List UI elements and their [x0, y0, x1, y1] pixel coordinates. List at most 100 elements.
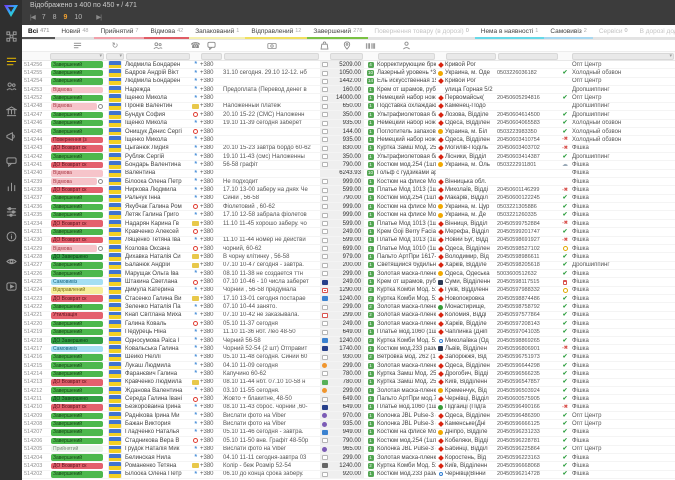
clients-icon[interactable]	[5, 80, 18, 93]
tracking-number[interactable]: 20450598986611	[497, 253, 559, 260]
order-row[interactable]: 514243ДО Возврат скЦыганюк Лидия*+38020.…	[22, 145, 675, 153]
filter-price[interactable]	[330, 53, 363, 60]
tracking-number[interactable]: 20450596490166	[497, 404, 559, 411]
order-row[interactable]: 514202ЗавершенийБілоока Олена Петр*+3800…	[22, 471, 675, 479]
filter-comment[interactable]	[224, 53, 319, 60]
tab-сервіси[interactable]: Сервіси0	[593, 25, 634, 39]
tracking-number[interactable]: 20450596566235	[497, 370, 559, 377]
tracking-number[interactable]: 20450597988332	[497, 287, 559, 294]
tracking-number[interactable]: 20450603414387	[497, 153, 559, 160]
tab-відправлений[interactable]: Відправлений12	[245, 25, 307, 39]
tracking-number[interactable]: 20450596223163	[497, 454, 559, 461]
order-row[interactable]: 514205ПрийнятийГрудок Наталія Мик*+380Ви…	[22, 446, 675, 454]
order-row[interactable]: 514254ЗавершенийЛюдмила Бондарен*+380144…	[22, 78, 675, 86]
order-row[interactable]: 514248ВідмоваПронів Валентин+380Наложенн…	[22, 103, 675, 111]
tracking-number[interactable]	[497, 61, 559, 68]
order-row[interactable]: 514252ЗавершенийІщенко Микола*+38014000.…	[22, 94, 675, 102]
filter-country[interactable]: ▾	[106, 53, 124, 60]
filter-ttn[interactable]	[498, 53, 558, 60]
tab-нема-в-наявності[interactable]: Нема в наявності1	[475, 25, 545, 39]
tracking-number[interactable]: 20450598691927	[497, 237, 559, 244]
order-row[interactable]: 514230ДО Возврат скЛященко Тетяна Іва*+3…	[22, 237, 675, 245]
tracking-number[interactable]: 20450598205618	[497, 262, 559, 269]
order-row[interactable]: 514227ЗавершенийБаланюк Андрій+38007.10 …	[22, 262, 675, 270]
tracking-number[interactable]: 20450596751973	[497, 354, 559, 361]
tracking-number[interactable]: 0503221260335	[497, 211, 559, 218]
comment-icon[interactable]	[200, 40, 223, 51]
order-row[interactable]: 514208ЗавершенийБажан Виктория*+380Висла…	[22, 420, 675, 428]
order-row[interactable]: 514255ЗавершенийБадров Андрій Вікт*+3803…	[22, 69, 675, 77]
order-row[interactable]: 514237ЗавершенийРальчук Інна*+380Синій ,…	[22, 195, 675, 203]
order-row[interactable]: 514222ЗавершенийЗеленко Наталія Па*+3800…	[22, 303, 675, 311]
tracking-number[interactable]: 20450597041035	[497, 329, 559, 336]
filter-phone[interactable]	[201, 53, 222, 60]
tracking-number[interactable]: 20450598758792	[497, 303, 559, 310]
app-logo[interactable]	[3, 3, 19, 19]
apps-grid-icon[interactable]	[5, 30, 18, 43]
settings-sliders-icon[interactable]	[5, 205, 18, 218]
order-row[interactable]: 514219ЗавершенийПедурець Ніна*+38011.10 …	[22, 329, 675, 337]
tracking-number[interactable]: 20450600575905	[497, 395, 559, 402]
order-row[interactable]: 514216ЗавершенийШейко Неллі*+38005.10 11…	[22, 354, 675, 362]
address-pin-icon[interactable]	[329, 40, 364, 51]
order-row[interactable]: 514238ДО Возврат скНиркова Людмила*+3801…	[22, 186, 675, 194]
tracking-number[interactable]: 20450603403702	[497, 145, 559, 152]
order-row[interactable]: 514206ЗавершенийСтадникова Вера В+38005.…	[22, 437, 675, 445]
tracking-number[interactable]: 20450596503924	[497, 387, 559, 394]
sync-icon[interactable]: ↻	[105, 40, 125, 51]
tracking-number[interactable]	[497, 170, 559, 177]
order-row[interactable]: 514215ЗавершенийЛукаш Людмила*+38004.10 …	[22, 362, 675, 370]
tracking-number[interactable]: 20450596644298	[497, 362, 559, 369]
order-row[interactable]: 514256ЗавершенийЛюдмила Бондарен*+380520…	[22, 61, 675, 69]
order-row[interactable]: 514239ВідмоваБілоока Олена Петр*+380Не п…	[22, 178, 675, 186]
tracking-number[interactable]: 0503223983350	[497, 128, 559, 135]
tab-всі[interactable]: Всі471	[22, 25, 55, 39]
page-number-10[interactable]: 10	[74, 14, 82, 21]
status-icon[interactable]	[49, 40, 105, 51]
order-row[interactable]: 514241ДО Возврат скБондарь Валентина*+38…	[22, 161, 675, 169]
source-person-icon[interactable]	[377, 40, 436, 51]
filter-source[interactable]: ▾	[572, 53, 674, 60]
tracking-number[interactable]: 20450604065583	[497, 120, 559, 127]
tracking-number[interactable]: 20450596547857	[497, 379, 559, 386]
tracking-number[interactable]: 20450596486390	[497, 412, 559, 419]
filter-product[interactable]	[378, 53, 435, 60]
tab-завершений[interactable]: Завершений278	[307, 25, 368, 39]
tracking-number[interactable]: 20450598874486	[497, 295, 559, 302]
tracking-number[interactable]: 20450601146299	[497, 186, 559, 193]
order-row[interactable]: 514225СамовивізШтакина Светлана+38007.10…	[22, 278, 675, 286]
order-row[interactable]: 514224ВідправленийДимула Катерина*+380Чо…	[22, 287, 675, 295]
id-column-header[interactable]	[22, 40, 49, 51]
tab-відмова[interactable]: Відмова42	[144, 25, 189, 39]
filter-client[interactable]	[126, 53, 190, 60]
tab-повернення-товару-в-дорозі-[interactable]: Повернення товару (в дорозі)0	[368, 25, 474, 39]
tracking-number[interactable]: 20450604614500	[497, 111, 559, 118]
tracking-number[interactable]: 20450596225864	[497, 446, 559, 453]
order-row[interactable]: 514223ДО Возврат скСтасенко Галина Ви+38…	[22, 295, 675, 303]
tab-новий[interactable]: Новий48	[55, 25, 94, 39]
order-row[interactable]: 514240ВідмоваВалентина*+3806243.9310Голь…	[22, 170, 675, 178]
tracking-number[interactable]	[497, 178, 559, 185]
marketing-icon[interactable]	[5, 130, 18, 143]
order-row[interactable]: 514242ЗавершенийРубляк Сергій*+38019.10 …	[22, 153, 675, 161]
last-page-icon[interactable]: ▶|	[96, 13, 101, 21]
order-row[interactable]: 514217СамовивізКовальська Галина*+380Чор…	[22, 345, 675, 353]
info-icon[interactable]	[5, 230, 18, 243]
video-tutorial-icon[interactable]	[5, 280, 18, 293]
clients-icon[interactable]	[125, 40, 191, 51]
order-row[interactable]: 514236ЗавершенийЯкубчак Галина Ром+380Фі…	[22, 203, 675, 211]
tracking-number[interactable]: 20450597577864	[497, 312, 559, 319]
phone-icon[interactable]: ☎	[191, 40, 200, 51]
order-row[interactable]: 514212ЗавершенийЖданова Валентина*+38003…	[22, 387, 675, 395]
page-number-8[interactable]: 8	[53, 14, 57, 21]
order-row[interactable]: 514244Повернення (зІщенко Микола*+380935…	[22, 136, 675, 144]
tracking-number[interactable]: 20450596228781	[497, 437, 559, 444]
barcode-icon[interactable]	[364, 40, 377, 51]
order-row[interactable]: 514210ДО Возврат скБезкоровайна Ірина*+3…	[22, 404, 675, 412]
order-row[interactable]: 514253ВідмоваНадежда*+380Предоплата (Пер…	[22, 86, 675, 94]
tab-прийнятий[interactable]: Прийнятий7	[94, 25, 144, 39]
tracking-number[interactable]: 20450596666125	[497, 420, 559, 427]
tracking-number[interactable]: 5003600512632	[497, 270, 559, 277]
tracking-number[interactable]: 0503221305886	[497, 203, 559, 210]
tracking-number[interactable]: 20450596668068	[497, 462, 559, 469]
